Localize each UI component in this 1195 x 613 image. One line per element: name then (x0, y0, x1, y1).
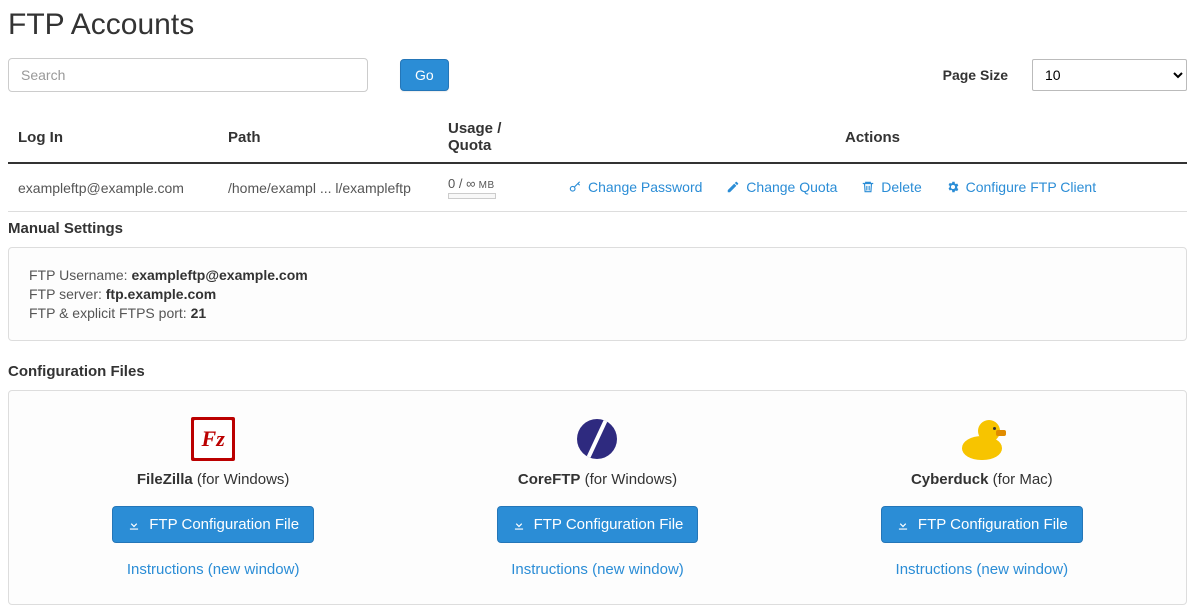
cell-usage: 0 / ∞ MB (438, 163, 558, 212)
client-name-cyberduck: Cyberduck (for Mac) (808, 471, 1156, 488)
col-login: Log In (8, 112, 218, 163)
client-name-filezilla: FileZilla (for Windows) (39, 471, 387, 488)
download-cyberduck-button[interactable]: FTP Configuration File (881, 506, 1083, 543)
manual-username: FTP Username: exampleftp@example.com (29, 267, 1166, 283)
cell-login: exampleftp@example.com (8, 163, 218, 212)
cyberduck-icon (808, 417, 1156, 461)
change-password-link[interactable]: Change Password (568, 179, 702, 195)
instructions-cyberduck-link[interactable]: Instructions (new window) (808, 561, 1156, 578)
change-quota-link[interactable]: Change Quota (726, 179, 837, 195)
client-cyberduck: Cyberduck (for Mac) FTP Configuration Fi… (798, 407, 1166, 588)
filezilla-icon: Fz (39, 417, 387, 461)
download-filezilla-button[interactable]: FTP Configuration File (112, 506, 314, 543)
manual-port: FTP & explicit FTPS port: 21 (29, 305, 1166, 321)
page-size-label: Page Size (943, 67, 1008, 83)
instructions-coreftp-link[interactable]: Instructions (new window) (423, 561, 771, 578)
gear-icon (946, 180, 960, 194)
col-usage: Usage / Quota (438, 112, 558, 163)
usage-bar (448, 193, 496, 199)
page-title: FTP Accounts (8, 8, 1187, 42)
col-actions: Actions (558, 112, 1187, 163)
download-icon (896, 518, 910, 532)
config-files-heading: Configuration Files (8, 363, 1187, 380)
config-files-box: Fz FileZilla (for Windows) FTP Configura… (8, 390, 1187, 605)
download-icon (127, 518, 141, 532)
col-path: Path (218, 112, 438, 163)
page-size-select[interactable]: 10 (1032, 59, 1187, 91)
accounts-table: Log In Path Usage / Quota Actions exampl… (8, 112, 1187, 212)
download-coreftp-button[interactable]: FTP Configuration File (497, 506, 699, 543)
client-filezilla: Fz FileZilla (for Windows) FTP Configura… (29, 407, 397, 588)
delete-link[interactable]: Delete (861, 179, 921, 195)
manual-server: FTP server: ftp.example.com (29, 286, 1166, 302)
cell-path: /home/exampl ... l/exampleftp (218, 163, 438, 212)
configure-link[interactable]: Configure FTP Client (946, 179, 1096, 195)
key-icon (568, 180, 582, 194)
client-name-coreftp: CoreFTP (for Windows) (423, 471, 771, 488)
search-input[interactable] (8, 58, 368, 92)
coreftp-icon (423, 417, 771, 461)
manual-settings-box: FTP Username: exampleftp@example.com FTP… (8, 247, 1187, 341)
search-row: Go Page Size 10 (8, 58, 1187, 92)
instructions-filezilla-link[interactable]: Instructions (new window) (39, 561, 387, 578)
trash-icon (861, 180, 875, 194)
cell-actions: Change Password Change Quota Delete Conf… (558, 163, 1187, 212)
manual-settings-heading: Manual Settings (8, 220, 1187, 237)
table-row: exampleftp@example.com /home/exampl ... … (8, 163, 1187, 212)
download-icon (512, 518, 526, 532)
page-size-control: Page Size 10 (943, 59, 1187, 91)
pencil-icon (726, 180, 740, 194)
client-coreftp: CoreFTP (for Windows) FTP Configuration … (413, 407, 781, 588)
go-button[interactable]: Go (400, 59, 449, 91)
